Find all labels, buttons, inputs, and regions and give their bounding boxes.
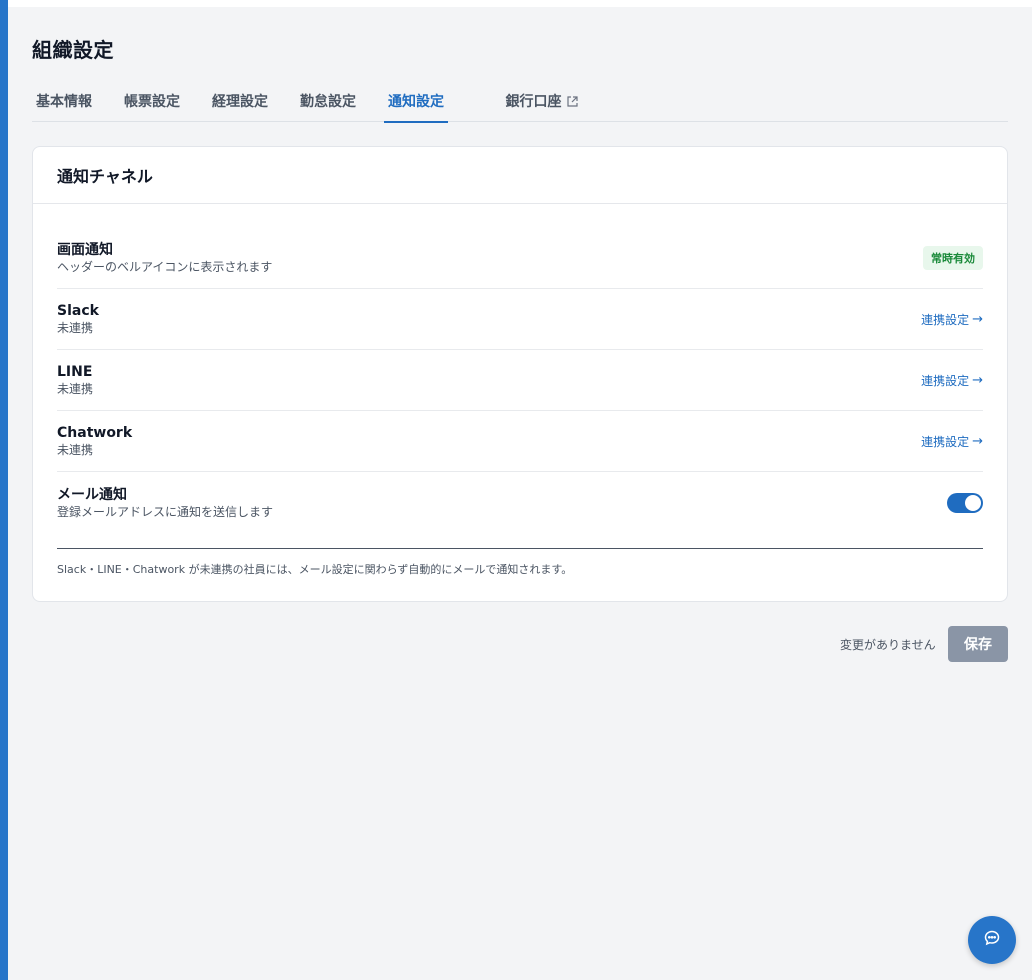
channel-title: 画面通知 (57, 242, 113, 258)
line-settings-link[interactable]: 連携設定 → (921, 372, 983, 389)
channel-subtitle: 登録メールアドレスに通知を送信します (57, 504, 274, 519)
channel-subtitle: 未連携 (57, 321, 94, 335)
page-title: 組織設定 (32, 38, 114, 62)
arrow-right-icon: → (972, 433, 983, 449)
arrow-right-icon: → (972, 311, 983, 327)
top-bar (8, 0, 1032, 7)
channel-title: Slack (57, 303, 99, 319)
divider (57, 548, 983, 549)
link-label: 連携設定 (921, 312, 970, 327)
tab-accounting[interactable]: 経理設定 (208, 80, 272, 122)
channel-row-screen: 画面通知 ヘッダーのベルアイコンに表示されます 常時有効 (57, 228, 983, 289)
tab-bank-account[interactable]: 銀行口座 (502, 80, 582, 122)
tab-label: 経理設定 (212, 94, 268, 110)
save-status-text: 変更がありません (840, 638, 936, 652)
tab-label: 通知設定 (388, 94, 444, 110)
channel-subtitle: 未連携 (57, 382, 94, 396)
channel-title: Chatwork (57, 425, 133, 441)
save-button[interactable]: 保存 (948, 626, 1008, 662)
fallback-note: Slack・LINE・Chatwork が未連携の社員には、メール設定に関わらず… (57, 563, 573, 576)
channel-row-email: メール通知 登録メールアドレスに通知を送信します (57, 472, 983, 533)
tab-forms[interactable]: 帳票設定 (120, 80, 184, 122)
chat-bubble-icon (983, 929, 1001, 951)
tab-label: 銀行口座 (505, 94, 562, 110)
channel-row-chatwork: Chatwork 未連携 連携設定 → (57, 411, 983, 472)
tab-bar: 基本情報 帳票設定 経理設定 勤怠設定 通知設定 銀行口座 (32, 80, 1008, 123)
tab-attendance[interactable]: 勤怠設定 (296, 80, 360, 122)
channel-title: メール通知 (57, 486, 127, 503)
tab-label: 勤怠設定 (300, 94, 356, 110)
channel-row-line: LINE 未連携 連携設定 → (57, 350, 983, 411)
link-label: 連携設定 (921, 434, 970, 449)
sidebar-stripe (0, 0, 8, 980)
link-label: 連携設定 (921, 373, 970, 388)
channel-row-slack: Slack 未連携 連携設定 → (57, 289, 983, 350)
channel-title: LINE (57, 364, 93, 380)
chatwork-settings-link[interactable]: 連携設定 → (921, 433, 983, 450)
slack-settings-link[interactable]: 連携設定 → (921, 311, 983, 328)
tab-notifications[interactable]: 通知設定 (384, 80, 448, 123)
arrow-right-icon: → (972, 372, 983, 388)
channel-subtitle: ヘッダーのベルアイコンに表示されます (57, 260, 273, 274)
toggle-knob (965, 494, 981, 511)
chat-support-button[interactable] (968, 916, 1016, 964)
tab-label: 帳票設定 (124, 94, 180, 110)
always-enabled-badge: 常時有効 (923, 246, 983, 270)
channel-subtitle: 未連携 (57, 443, 94, 457)
external-link-icon (566, 95, 579, 108)
tab-label: 基本情報 (36, 94, 92, 110)
notification-channels-card: 通知チャネル 画面通知 ヘッダーのベルアイコンに表示されます 常時有効 Slac… (32, 146, 1008, 602)
email-notification-toggle[interactable] (947, 492, 983, 513)
tab-basic-info[interactable]: 基本情報 (32, 80, 96, 122)
card-title: 通知チャネル (33, 147, 1007, 204)
